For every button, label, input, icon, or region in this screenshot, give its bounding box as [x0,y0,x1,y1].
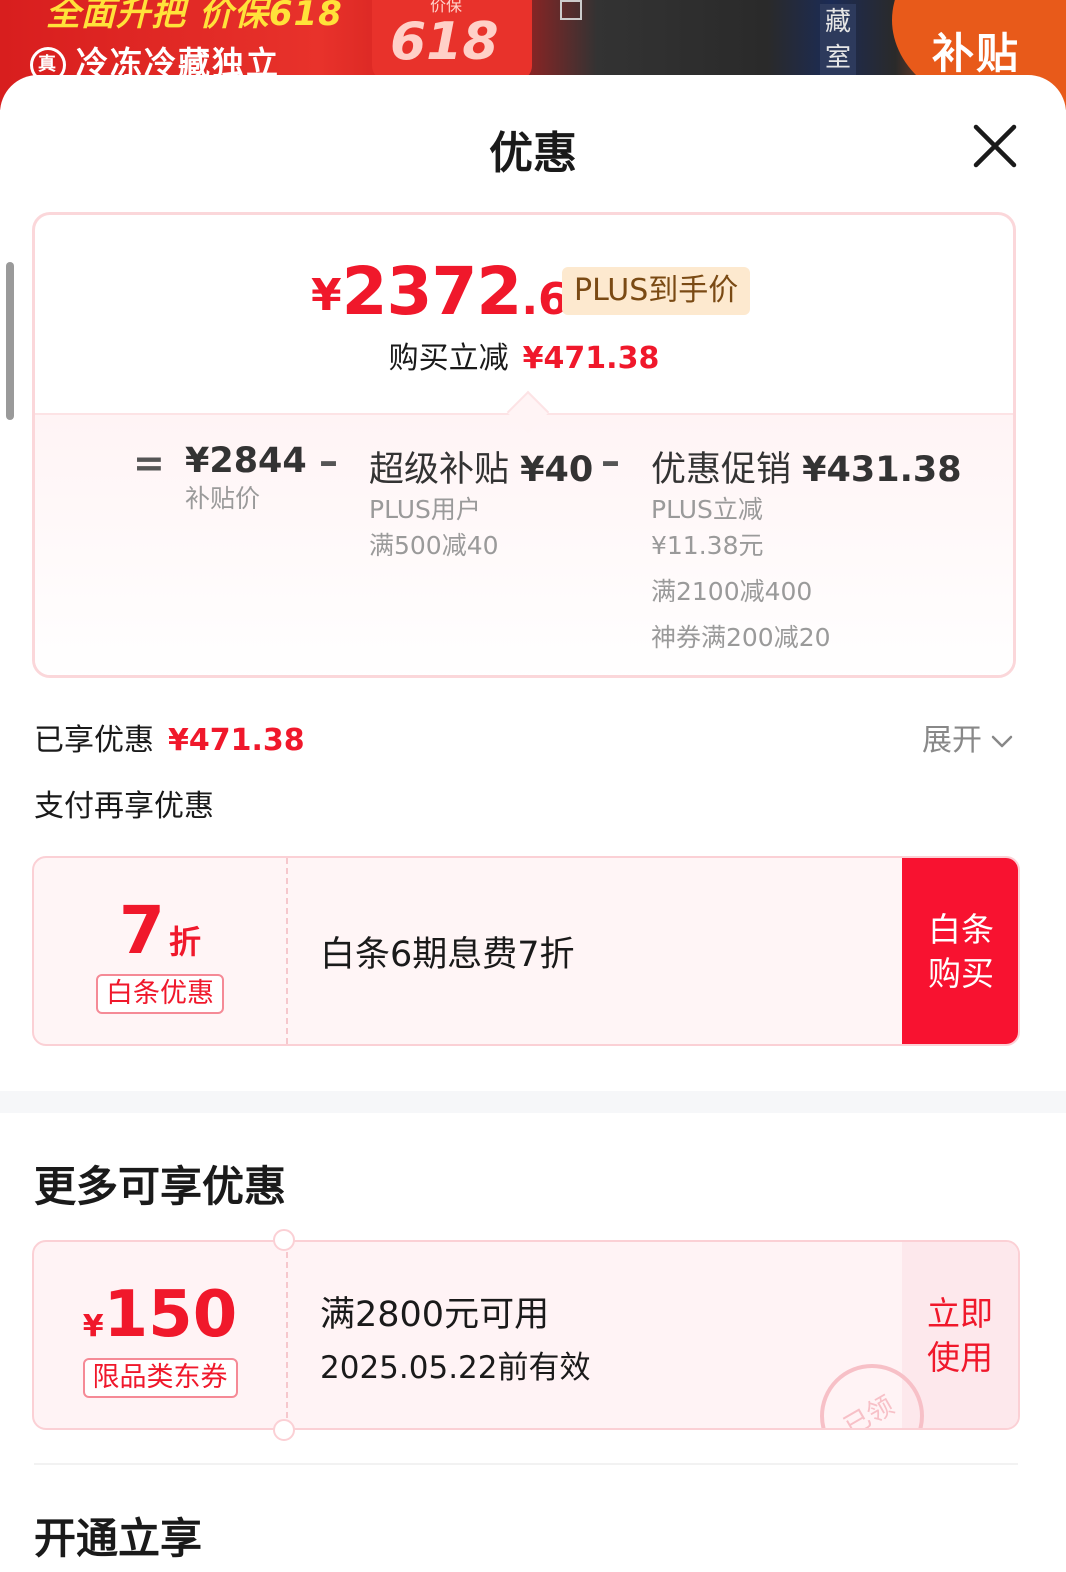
open-now-title: 开通立享 [34,1514,203,1563]
minus-sign: – [319,439,338,483]
baitiao-description: 白条6期息费7折 [320,935,575,975]
pay-more-title: 支付再享优惠 [34,789,214,824]
coupon-amount-block: ¥150 限品类东券 [34,1242,286,1428]
baitiao-offer-card: 7折 白条优惠 白条6期息费7折 白条 购买 [32,856,1020,1046]
breakdown-super-subsidy: 超级补贴 ¥40 PLUS用户 满500减40 [369,450,594,560]
coupon-notch [273,1419,295,1441]
chevron-down-icon [991,735,1013,747]
scroll-indicator[interactable] [6,262,14,420]
baitiao-buy-button[interactable]: 白条 购买 [902,858,1018,1044]
divider [34,1463,1018,1465]
coupon-divider [286,1242,288,1428]
enjoyed-label: 已享优惠 [34,723,154,758]
enjoyed-amount: ¥471.38 [168,723,305,758]
equals-sign: = [133,441,165,485]
baitiao-discount: 7折 [119,892,201,969]
coupon-type-tag: 限品类东券 [34,1358,286,1398]
final-price: ¥2372.62 [311,253,600,330]
baitiao-tag: 白条优惠 [34,974,286,1014]
reduction-label: 购买立减 [388,341,509,376]
plus-price-badge: PLUS到手价 [562,267,751,315]
section-gap [0,1091,1066,1113]
close-icon[interactable] [966,117,1024,175]
coupon-divider [286,858,288,1044]
baitiao-discount-block: 7折 白条优惠 [34,858,286,1044]
instant-reduction: 购买立减 ¥471.38 [35,333,1013,377]
breakdown-subsidy-price: ¥2844 补贴价 [185,441,307,513]
coupon-condition: 满2800元可用 [320,1295,550,1335]
reduction-amount: ¥471.38 [522,341,660,376]
minus-sign: – [601,439,620,483]
more-offers-title: 更多可享优惠 [34,1162,287,1211]
expand-button[interactable]: 展开 [922,715,1014,759]
jd-coupon-card: ¥150 限品类东券 满2800元可用 2025.05.22前有效 立即 使用 已… [32,1240,1020,1430]
banner-side-label: 藏室 [820,4,856,76]
price-card: ¥2372.62 PLUS到手价 购买立减 ¥471.38 = ¥2844 补贴价… [32,212,1016,678]
sheet-title: 优惠 [489,128,577,179]
enjoyed-discount: 已享优惠 ¥471.38 [34,715,305,759]
banner-small-icon [560,0,582,20]
breakdown-promotion: 优惠促销 ¥431.38 PLUS立减 ¥11.38元 满2100减400 神券… [651,450,962,652]
coupon-expiry: 2025.05.22前有效 [320,1350,591,1386]
coupon-notch [273,1229,295,1251]
badge-618: 价保 618 [372,0,532,80]
coupon-amount: ¥150 [82,1278,238,1352]
discount-sheet: 优惠 ¥2372.62 PLUS到手价 购买立减 ¥471.38 = ¥2844 … [0,75,1066,1572]
banner-slogan: 全面升把 价保618 [46,0,343,34]
